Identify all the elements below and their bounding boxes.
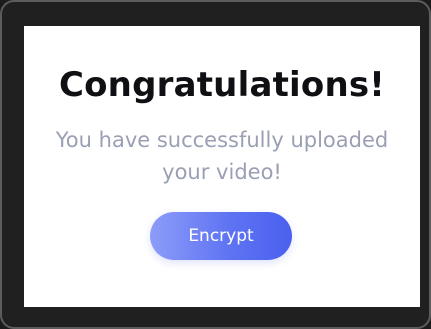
device-frame: Congratulations! You have successfully u… bbox=[0, 0, 431, 329]
dialog-message: You have successfully uploaded your vide… bbox=[55, 128, 389, 184]
success-dialog: Congratulations! You have successfully u… bbox=[24, 26, 420, 307]
dialog-title: Congratulations! bbox=[58, 65, 386, 105]
encrypt-button[interactable]: Encrypt bbox=[150, 212, 292, 260]
